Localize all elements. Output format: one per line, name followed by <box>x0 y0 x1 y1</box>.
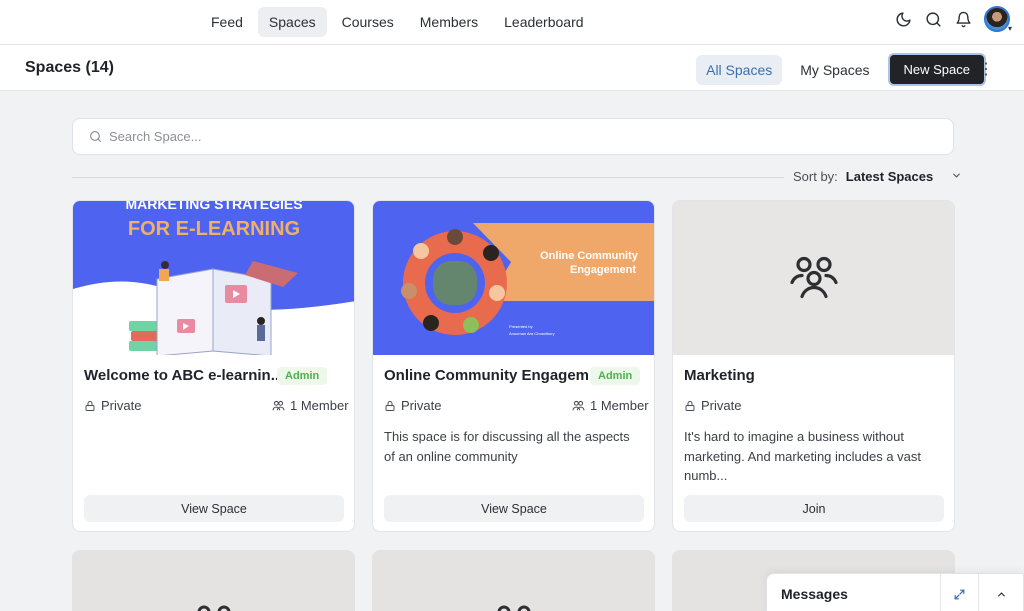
space-banner-image: Online Community Engagement Presented by… <box>373 201 654 355</box>
privacy-label: Private <box>101 398 142 413</box>
sort-control[interactable]: Sort by: Latest Spaces <box>793 169 962 184</box>
search-icon <box>89 130 102 148</box>
banner-title-line-2: Engagement <box>570 264 636 276</box>
search-icon[interactable] <box>924 10 942 28</box>
space-card[interactable]: MARKETING STRATEGIES FOR E-LEARNING Welc… <box>72 200 355 532</box>
banner-title-line-2: FOR E-LEARNING <box>128 218 300 240</box>
chevron-up-icon[interactable] <box>978 574 1024 611</box>
new-space-button[interactable]: New Space <box>887 53 986 86</box>
member-count: 1 Member <box>272 398 349 413</box>
nav-item-feed[interactable]: Feed <box>200 7 254 37</box>
chevron-down-icon: ▾ <box>1007 24 1012 33</box>
sort-value[interactable]: Latest Spaces <box>846 169 933 184</box>
lock-icon <box>385 400 395 411</box>
space-banner-image: MARKETING STRATEGIES FOR E-LEARNING <box>73 201 354 357</box>
privacy-label: Private <box>401 398 442 413</box>
join-button[interactable]: Join <box>684 495 944 522</box>
space-description: It's hard to imagine a business without … <box>684 429 922 483</box>
users-icon <box>272 400 285 411</box>
member-count: 1 Member <box>572 398 649 413</box>
view-space-button[interactable]: View Space <box>84 495 344 522</box>
expand-icon[interactable] <box>940 574 978 611</box>
tab-all-spaces[interactable]: All Spaces <box>696 54 783 85</box>
main-nav: Feed Spaces Courses Members Leaderboard <box>200 7 595 37</box>
banner-title-line-1: MARKETING STRATEGIES <box>125 201 302 212</box>
user-avatar[interactable]: ▾ <box>984 6 1012 33</box>
chevron-down-icon[interactable] <box>951 169 962 184</box>
banner-title-line-1: Online Community <box>540 250 639 262</box>
messages-label: Messages <box>781 586 848 602</box>
admin-badge: Admin <box>277 367 328 385</box>
users-icon <box>192 602 236 611</box>
banner-small-text-1: Presented by <box>509 324 533 329</box>
space-filter-tabs: All Spaces My Spaces New Space <box>696 53 986 86</box>
search-input[interactable] <box>109 119 929 154</box>
privacy-status: Private <box>84 398 141 413</box>
privacy-label: Private <box>701 398 742 413</box>
view-space-button[interactable]: View Space <box>384 495 644 522</box>
nav-item-courses[interactable]: Courses <box>331 7 405 37</box>
privacy-status: Private <box>384 398 441 413</box>
divider <box>72 177 784 178</box>
users-icon <box>492 602 536 611</box>
space-title[interactable]: Welcome to ABC e-learnin... <box>84 367 283 384</box>
space-card[interactable] <box>72 550 355 611</box>
moon-icon[interactable] <box>894 10 912 28</box>
space-description: This space is for discussing all the asp… <box>384 429 630 464</box>
nav-item-leaderboard[interactable]: Leaderboard <box>493 7 594 37</box>
tab-my-spaces[interactable]: My Spaces <box>790 55 879 85</box>
banner-small-text-2: Anuuman Ara Chowdhury <box>509 331 555 336</box>
top-navbar: Feed Spaces Courses Members Leaderboard … <box>0 0 1024 45</box>
page-title: Spaces (14) <box>25 59 114 76</box>
search-bar <box>72 118 954 155</box>
page-header: Spaces (14) All Spaces My Spaces New Spa… <box>0 45 1024 91</box>
space-placeholder-image <box>673 201 954 355</box>
messages-widget[interactable]: Messages <box>766 573 1024 611</box>
space-card[interactable]: Marketing Private It's hard to imagine a… <box>672 200 955 532</box>
lock-icon <box>85 400 95 411</box>
space-title[interactable]: Online Community Engagem... <box>384 367 602 384</box>
space-card[interactable] <box>372 550 655 611</box>
lock-icon <box>685 400 695 411</box>
more-options-icon[interactable]: ⋮ <box>978 59 994 79</box>
nav-actions: ▾ <box>894 6 1012 33</box>
sort-label: Sort by: <box>793 169 838 184</box>
member-count-label: 1 Member <box>590 398 649 413</box>
space-title[interactable]: Marketing <box>684 367 755 384</box>
users-icon <box>572 400 585 411</box>
space-card[interactable]: Online Community Engagement Presented by… <box>372 200 655 532</box>
privacy-status: Private <box>684 398 741 413</box>
member-count-label: 1 Member <box>290 398 349 413</box>
nav-item-members[interactable]: Members <box>409 7 489 37</box>
admin-badge: Admin <box>590 367 641 385</box>
nav-item-spaces[interactable]: Spaces <box>257 7 327 37</box>
bell-icon[interactable] <box>954 10 972 28</box>
users-icon <box>787 253 841 304</box>
